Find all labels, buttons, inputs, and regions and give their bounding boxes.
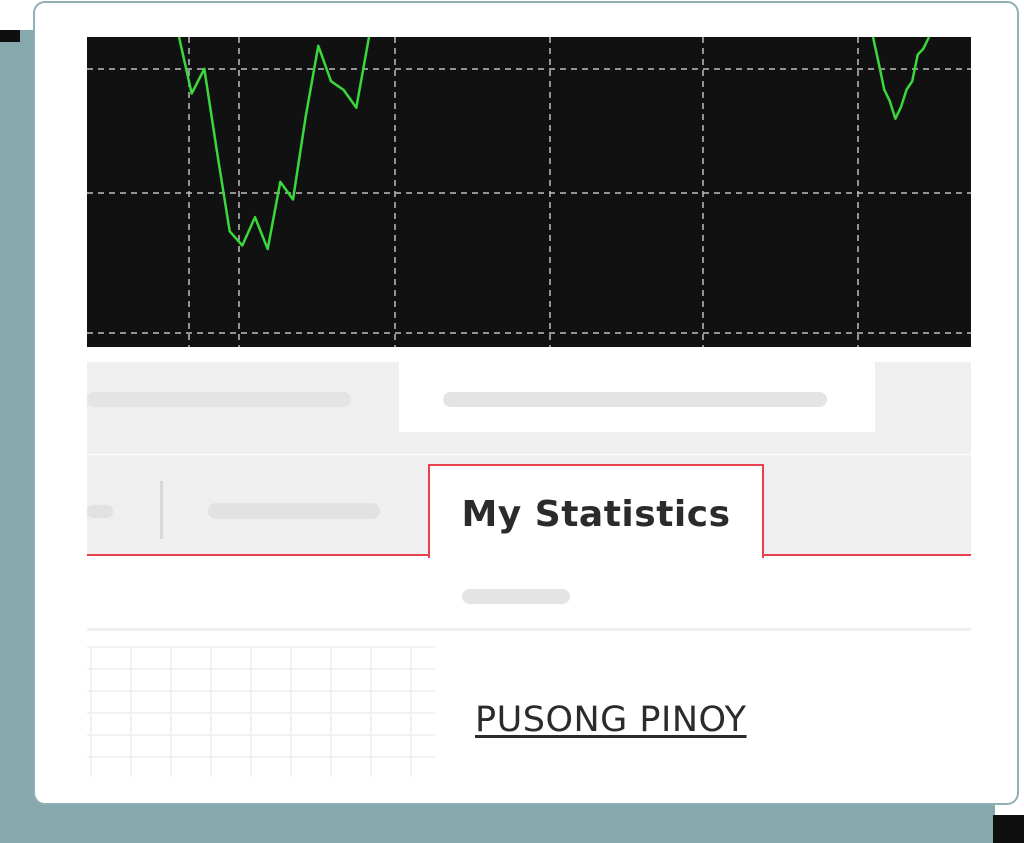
toolbar-panel (399, 362, 875, 432)
decorative-grid-svg (87, 645, 435, 780)
section-divider (87, 628, 971, 631)
preview-card: My Statistics PUSONG PINOY (33, 1, 1019, 805)
chart-svg (87, 37, 971, 347)
subheader-placeholder (462, 589, 570, 604)
line-chart (87, 37, 971, 347)
tab-placeholder[interactable] (208, 503, 380, 519)
tab-my-statistics[interactable]: My Statistics (428, 464, 764, 558)
chart-series-line-2 (871, 37, 931, 120)
pusong-pinoy-link[interactable]: PUSONG PINOY (475, 700, 747, 740)
decorative-grid (87, 645, 435, 780)
chart-grid (87, 37, 971, 347)
tab-divider (160, 481, 163, 539)
toolbar-placeholder-center (443, 392, 827, 407)
toolbar-row (87, 362, 971, 454)
corner-shape-bottom-right (993, 815, 1024, 843)
tab-placeholder-left[interactable] (87, 505, 113, 518)
toolbar-placeholder-left (87, 392, 351, 407)
tab-label: My Statistics (461, 494, 731, 535)
corner-shape-top-left (0, 30, 20, 42)
